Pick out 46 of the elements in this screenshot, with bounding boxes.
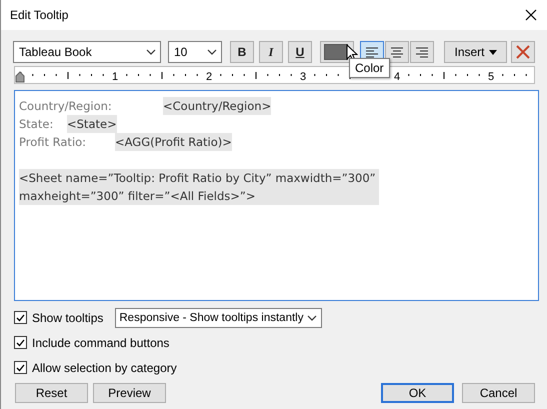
ruler-number: 5 [488, 71, 494, 83]
caret-icon [307, 314, 318, 320]
dialog-button[interactable]: Cancel [462, 383, 535, 403]
caret-icon [488, 50, 496, 54]
ruler-number: 3 [300, 71, 306, 83]
cursor-icon [346, 44, 358, 62]
tooltip: Color [349, 58, 390, 78]
indent-marker[interactable] [16, 71, 24, 82]
close-icon[interactable] [525, 9, 537, 21]
field-tag: <State> [67, 115, 117, 133]
window-title: Edit Tooltip [10, 8, 68, 22]
close-icon [516, 45, 530, 59]
delete-button[interactable] [511, 41, 535, 63]
field-label: Profit Ratio: [19, 134, 86, 151]
field-tag: <Country/Region> [163, 97, 272, 115]
align-right-icon [415, 46, 429, 58]
checkbox-label[interactable]: Show tooltips [32, 310, 104, 324]
tooltip-editor[interactable]: Country/Region: <Country/Region> State: <State> Profit Ratio: <AGG(Profit Ratio)> <Sheet name=”Tooltip: Profit Ratio by City” maxwidth=”300” maxheight=”300” filter=”<All Fields>”> [14, 90, 539, 301]
dialog-button[interactable]: OK [381, 383, 454, 403]
bold-button[interactable]: B [230, 41, 254, 63]
size-dropdown[interactable]: 10 [168, 41, 222, 63]
field-label: State: [19, 116, 54, 133]
checkbox-label[interactable]: Allow selection by category [32, 360, 177, 374]
caret-icon [146, 49, 156, 55]
checkbox-label[interactable]: Include command buttons [32, 336, 170, 350]
underline-button[interactable]: U [288, 41, 312, 63]
align-left-icon [365, 46, 379, 58]
ruler-number: 2 [206, 71, 212, 83]
insert-button[interactable]: Insert [444, 41, 507, 63]
ruler-number: 4 [394, 71, 400, 83]
field-tag: <AGG(Profit Ratio)> [115, 133, 232, 151]
tooltip-mode-dropdown[interactable]: Responsive - Show tooltips instantly [115, 308, 322, 328]
checkbox[interactable] [14, 336, 27, 349]
checkbox[interactable] [14, 311, 27, 324]
italic-button[interactable]: I [259, 41, 283, 63]
dialog-button[interactable]: Reset [15, 383, 88, 403]
align-center-button[interactable] [385, 41, 409, 63]
align-right-button[interactable] [410, 41, 434, 63]
field-label: Country/Region: [19, 98, 112, 115]
align-center-icon [390, 46, 404, 58]
ruler-number: 1 [112, 71, 118, 83]
checkbox[interactable] [14, 361, 27, 374]
caret-icon [207, 49, 217, 55]
dialog-button[interactable]: Preview [93, 383, 166, 403]
field-tag: <Sheet name=”Tooltip: Profit Ratio by City” maxwidth=”300” maxheight=”300” filter=”<All Fields>”> [19, 169, 379, 205]
font-dropdown[interactable]: Tableau Book [13, 41, 161, 63]
